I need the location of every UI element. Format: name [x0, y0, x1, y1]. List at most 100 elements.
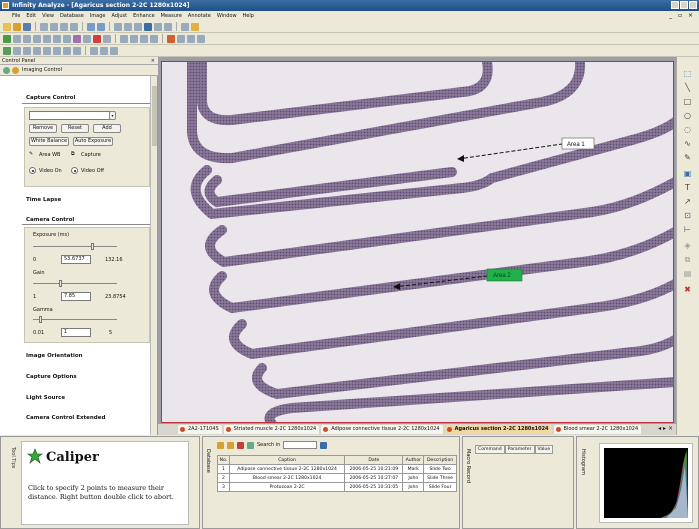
white-balance-button[interactable]: White Balance	[29, 137, 69, 146]
column-command[interactable]: Command	[475, 445, 505, 454]
line-tool-icon[interactable]: ╲	[682, 83, 693, 93]
image-orientation-title[interactable]: Image Orientation	[26, 353, 83, 359]
measure-line-icon[interactable]	[120, 34, 128, 43]
db-delete-icon[interactable]	[237, 441, 244, 449]
column-caption[interactable]: Caption	[228, 455, 346, 465]
menu-image[interactable]: Image	[90, 13, 106, 19]
menu-edit[interactable]: Edit	[26, 13, 36, 19]
tab-imaging-control[interactable]: Imaging Control	[22, 67, 62, 73]
exposure-slider[interactable]	[33, 246, 117, 247]
save-icon[interactable]	[23, 22, 31, 31]
exposure-slider-thumb[interactable]	[91, 243, 94, 250]
measure-area-icon[interactable]	[130, 34, 138, 43]
gamma-slider[interactable]	[33, 319, 117, 320]
edf-icon[interactable]	[90, 46, 98, 55]
mdi-controls[interactable]: _ ▫ ×	[669, 12, 695, 19]
zoom-actual-icon[interactable]	[144, 22, 152, 31]
open-icon[interactable]	[13, 22, 21, 31]
text-tool-icon[interactable]: T	[682, 183, 693, 193]
video-on-radio[interactable]	[29, 167, 36, 174]
reset-button[interactable]: Reset	[61, 124, 89, 133]
time-lapse-title[interactable]: Time Lapse	[26, 197, 61, 203]
capture-options-title[interactable]: Capture Options	[26, 374, 77, 380]
new-icon[interactable]	[3, 22, 11, 31]
arrow-icon[interactable]	[187, 34, 195, 43]
paste-icon[interactable]	[70, 22, 78, 31]
search-icon[interactable]	[320, 441, 328, 449]
arrow-tool-icon[interactable]: ↗	[682, 197, 693, 207]
specimen-image[interactable]: Area 1 Area 2	[162, 62, 674, 423]
redo-icon[interactable]	[97, 22, 105, 31]
freehand-tool-icon[interactable]: ∿	[682, 139, 693, 149]
tab-image-1[interactable]: 2A2-17104S	[178, 425, 222, 434]
menu-annotate[interactable]: Annotate	[188, 13, 211, 19]
histogram-icon[interactable]	[83, 34, 91, 43]
camera-control-extended-title[interactable]: Camera Control Extended	[26, 415, 105, 421]
circle-tool-icon[interactable]: ◌	[682, 125, 693, 135]
color-icon[interactable]	[73, 34, 81, 43]
settings-icon[interactable]	[12, 67, 19, 74]
camera-icon[interactable]	[3, 34, 11, 43]
eyedropper-icon[interactable]: ✎	[29, 151, 33, 157]
filter-icon[interactable]	[63, 34, 71, 43]
enhance-icon[interactable]	[3, 46, 11, 55]
ellipse-tool-icon[interactable]: ○	[682, 111, 693, 121]
stitch-icon[interactable]	[100, 46, 108, 55]
stop-icon[interactable]	[103, 34, 111, 43]
sharpen-icon[interactable]	[13, 46, 21, 55]
light-source-title[interactable]: Light Source	[26, 395, 65, 401]
cut-icon[interactable]	[50, 22, 58, 31]
table-row[interactable]: 3 Protozoan 2-2C 2006-05-25 10:31:05 Joh…	[217, 482, 457, 492]
column-no[interactable]: No.	[217, 455, 230, 465]
layer-icon[interactable]	[197, 34, 205, 43]
grid-icon[interactable]	[181, 22, 189, 31]
menu-file[interactable]: File	[12, 13, 20, 19]
tab-image-2[interactable]: Striated muscle 2-2C 1280x1024	[223, 425, 320, 434]
menu-window[interactable]: Window	[217, 13, 237, 19]
snapshot-icon[interactable]	[33, 34, 41, 43]
db-refresh-icon[interactable]	[247, 441, 254, 449]
macro-side-tab[interactable]: Macro Record	[465, 449, 471, 483]
menu-view[interactable]: View	[42, 13, 54, 19]
camera-control-title[interactable]: Camera Control	[26, 217, 74, 223]
minimize-button[interactable]	[671, 1, 679, 9]
menu-database[interactable]: Database	[60, 13, 84, 19]
count-icon[interactable]	[140, 34, 148, 43]
tab-scroll-arrows[interactable]: ◂ ▸ ×	[658, 425, 673, 432]
preset-select[interactable]	[29, 111, 115, 120]
text-icon[interactable]	[177, 34, 185, 43]
rectangle-tool-icon[interactable]: □	[682, 97, 693, 107]
measure-tool-icon[interactable]: ⊢	[682, 225, 693, 235]
gain-input[interactable]: 7.85	[61, 292, 91, 301]
zoom-in-icon[interactable]	[114, 22, 122, 31]
menu-measure[interactable]: Measure	[161, 13, 182, 19]
blur-icon[interactable]	[23, 46, 31, 55]
video-icon[interactable]	[23, 34, 31, 43]
hue-icon[interactable]	[53, 46, 61, 55]
invert-icon[interactable]	[73, 46, 81, 55]
paste-annotation-icon[interactable]: ▤	[682, 269, 693, 279]
copy-icon[interactable]	[60, 22, 68, 31]
table-row[interactable]: 2 Blood smear 2-2C 1280x1024 2006-05-25 …	[217, 473, 457, 483]
tab-image-5[interactable]: Blood smear 2-2C 1280x1024	[553, 425, 642, 434]
calibrate-icon[interactable]	[150, 34, 158, 43]
column-description[interactable]: Description	[423, 455, 457, 465]
database-side-tab[interactable]: Database	[205, 449, 211, 473]
maximize-button[interactable]	[680, 1, 688, 9]
capture-icon[interactable]: ⧉	[71, 151, 75, 157]
close-icon[interactable]: ×	[151, 57, 155, 65]
star-icon[interactable]	[191, 22, 199, 31]
contrast-icon[interactable]	[33, 46, 41, 55]
gamma-slider-thumb[interactable]	[39, 316, 42, 323]
db-open-icon[interactable]	[227, 441, 234, 449]
add-button[interactable]: Add	[93, 124, 121, 133]
zoom-fit-icon[interactable]	[134, 22, 142, 31]
video-on-label[interactable]: Video On	[39, 168, 62, 174]
print-icon[interactable]	[40, 22, 48, 31]
annotate-icon[interactable]	[167, 34, 175, 43]
menu-help[interactable]: Help	[243, 13, 254, 19]
search-field-select[interactable]	[283, 441, 318, 449]
delete-annotation-icon[interactable]: ✖	[682, 285, 693, 295]
column-date[interactable]: Date	[344, 455, 404, 465]
db-add-icon[interactable]	[217, 441, 224, 449]
